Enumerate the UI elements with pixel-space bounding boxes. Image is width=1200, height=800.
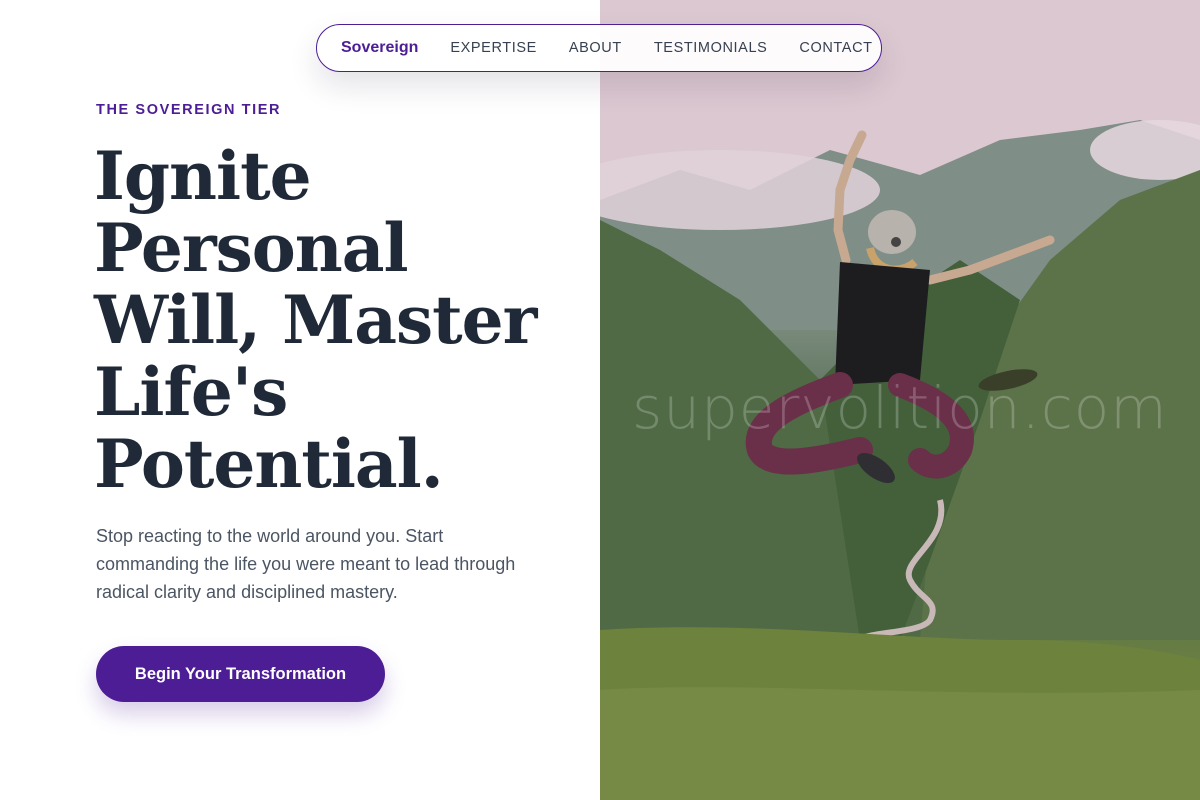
headline-line: Potential. [94, 425, 444, 503]
headline-line: Personal [94, 209, 409, 287]
hero-headline: Ignite Personal Will, Master Life's Pote… [94, 140, 574, 500]
nav-link-about[interactable]: ABOUT [569, 40, 622, 56]
top-navigation: Sovereign EXPERTISE ABOUT TESTIMONIALS C… [316, 24, 882, 72]
begin-transformation-button[interactable]: Begin Your Transformation [96, 646, 385, 702]
nav-link-testimonials[interactable]: TESTIMONIALS [654, 40, 768, 56]
headline-line: Will, Master [94, 281, 537, 359]
headline-line: Life's [94, 353, 288, 431]
hero-subcopy: Stop reacting to the world around you. S… [96, 526, 516, 602]
eyebrow-label: THE SOVEREIGN TIER [96, 102, 282, 118]
brand-link[interactable]: Sovereign [341, 39, 418, 57]
headline-line: Ignite [94, 137, 312, 215]
watermark-text: supervolition.com [632, 374, 1168, 442]
nav-link-expertise[interactable]: EXPERTISE [450, 40, 537, 56]
landing-page: supervolition.com Sovereign EXPERTISE AB… [0, 0, 1200, 800]
nav-link-contact[interactable]: CONTACT [799, 40, 872, 56]
